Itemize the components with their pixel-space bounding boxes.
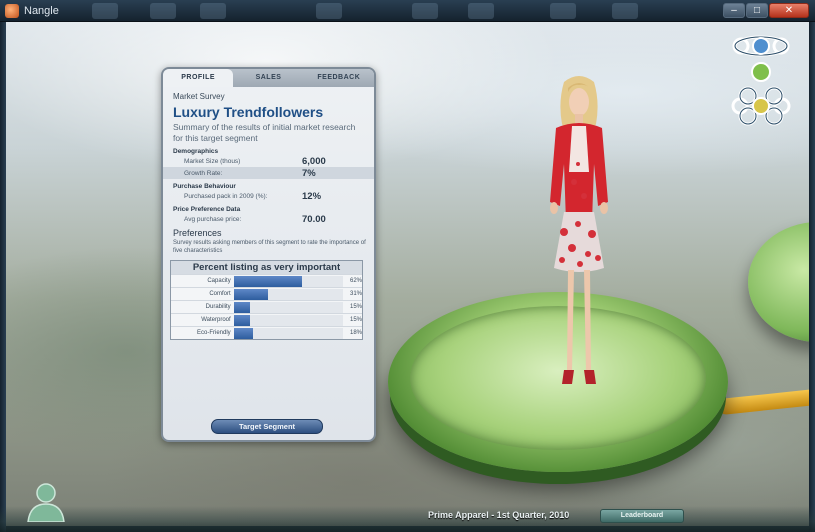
row-label: Market Size (thous) <box>184 157 241 165</box>
taskbar-icon <box>200 3 226 19</box>
bar-percent: 18% <box>350 330 363 336</box>
bar-track <box>233 327 344 339</box>
row-value: 7% <box>302 167 316 179</box>
user-profile-icon[interactable] <box>24 480 68 522</box>
taskbar-icon <box>92 3 118 19</box>
segment-info-panel: PROFILE SALES FEEDBACK Market Survey Lux… <box>161 67 376 442</box>
row-label: Avg purchase price: <box>184 215 242 223</box>
section-label: Market Survey <box>173 92 225 101</box>
purchase-heading: Purchase Behaviour <box>173 183 236 190</box>
price-heading: Price Preference Data <box>173 206 241 213</box>
bar-label: Comfort <box>209 291 231 297</box>
bar-label: Eco-Friendly <box>197 330 231 336</box>
importance-bar-row: Comfort 31% <box>171 287 362 300</box>
bar-label: Durability <box>205 304 231 310</box>
row-label: Growth Rate: <box>184 169 223 177</box>
taskbar-icon <box>550 3 576 19</box>
game-status-text: Prime Apparel - 1st Quarter, 2010 <box>428 510 570 520</box>
data-row: Purchased pack in 2009 (%): 12% <box>163 190 374 202</box>
data-row: Market Size (thous) 6,000 <box>163 155 374 167</box>
row-value: 6,000 <box>302 155 326 167</box>
tab-profile[interactable]: PROFILE <box>163 69 234 87</box>
bar-percent: 15% <box>350 317 363 323</box>
connecting-path <box>717 388 809 416</box>
segment-title: Luxury Trendfollowers <box>173 104 324 120</box>
minimize-button[interactable]: – <box>723 3 745 18</box>
panel-tabs: PROFILE SALES FEEDBACK <box>163 69 374 87</box>
preferences-description: Survey results asking members of this se… <box>173 240 366 254</box>
bar-label: Waterproof <box>201 317 231 323</box>
bar-percent: 62% <box>350 278 363 284</box>
bar-fill <box>233 301 251 313</box>
window-frame-right <box>809 22 815 532</box>
importance-chart-title: Percent listing as very important <box>171 261 362 274</box>
app-icon <box>5 4 19 18</box>
bar-track <box>233 301 344 313</box>
segment-subtitle: Summary of the results of initial market… <box>173 122 356 143</box>
bar-label: Capacity <box>207 278 231 284</box>
row-value: 70.00 <box>302 213 326 225</box>
window-controls: – □ ✕ <box>723 3 809 18</box>
maximize-button[interactable]: □ <box>746 3 768 18</box>
importance-bars: Capacity 62% Comfort 31% Durability 15% Waterp… <box>171 274 362 339</box>
importance-bar-row: Eco-Friendly 18% <box>171 326 362 339</box>
game-scene[interactable]: PROFILE SALES FEEDBACK Market Survey Lux… <box>6 22 809 526</box>
target-segment-button[interactable]: Target Segment <box>211 419 323 434</box>
demographics-heading: Demographics <box>173 148 219 155</box>
bar-fill <box>233 327 254 339</box>
segment-persona-figure[interactable] <box>534 72 624 398</box>
importance-chart: Percent listing as very important Capaci… <box>170 260 363 340</box>
taskbar-icon <box>612 3 638 19</box>
taskbar-icon <box>150 3 176 19</box>
segment-platform-right[interactable] <box>748 222 809 342</box>
importance-bar-row: Capacity 62% <box>171 274 362 287</box>
taskbar-icon <box>412 3 438 19</box>
importance-bar-row: Waterproof 15% <box>171 313 362 326</box>
importance-bar-row: Durability 15% <box>171 300 362 313</box>
close-button[interactable]: ✕ <box>769 3 809 18</box>
bar-track <box>233 314 344 326</box>
row-label: Purchased pack in 2009 (%): <box>184 192 268 200</box>
preferences-heading: Preferences <box>173 228 222 238</box>
window-title: Nangle <box>24 5 59 17</box>
status-bar <box>0 506 815 532</box>
tab-feedback[interactable]: FEEDBACK <box>304 69 374 87</box>
data-row: Avg purchase price: 70.00 <box>163 213 374 225</box>
data-row: Growth Rate: 7% <box>163 167 374 179</box>
leaderboard-button[interactable]: Leaderboard <box>600 509 684 523</box>
bar-percent: 15% <box>350 304 363 310</box>
bar-track <box>233 288 344 300</box>
row-value: 12% <box>302 190 322 202</box>
taskbar-icon <box>316 3 342 19</box>
bar-percent: 31% <box>350 291 363 297</box>
tab-sales[interactable]: SALES <box>233 69 303 87</box>
bar-track <box>233 275 344 287</box>
taskbar-icon <box>468 3 494 19</box>
bar-fill <box>233 288 268 300</box>
segment-navigation-cluster[interactable] <box>730 30 792 128</box>
window-titlebar: Nangle – □ ✕ <box>0 0 815 22</box>
bar-fill <box>233 275 302 287</box>
bar-fill <box>233 314 251 326</box>
